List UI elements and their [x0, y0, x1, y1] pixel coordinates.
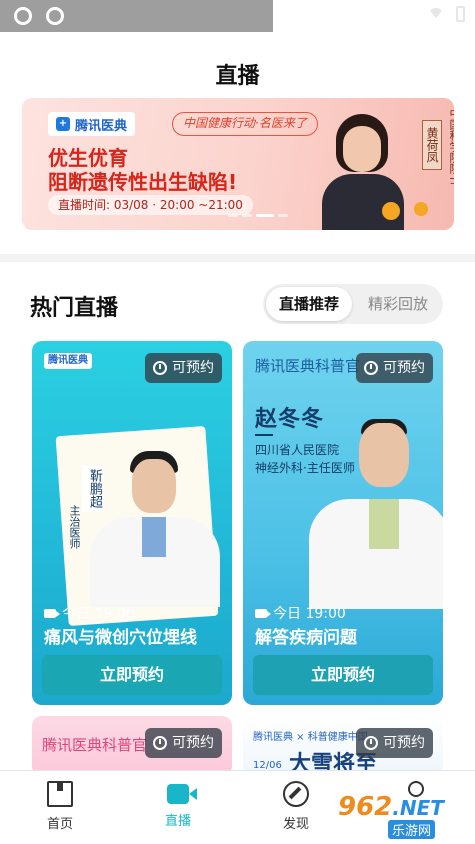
page-title: 直播: [215, 64, 260, 89]
watermark-label: 乐游网: [388, 820, 436, 839]
camera-icon: [255, 608, 271, 618]
clock-icon: [153, 736, 167, 750]
banner-brand-label: 腾讯医典: [75, 118, 128, 134]
flower-decoration-icon: [382, 202, 400, 220]
live-card[interactable]: 腾讯医典科普官 可预约 赵冬冬 四川省人民医院 神经外科·主任医师 今日 19:…: [243, 341, 443, 705]
status-bar-redacted: [0, 0, 273, 32]
live-card[interactable]: 腾讯医典科普官 可预约: [32, 716, 232, 776]
reservable-badge: 可预约: [145, 728, 222, 758]
watermark-number: 962: [338, 792, 393, 822]
tab-discover[interactable]: 发现: [256, 781, 336, 832]
tab-live[interactable]: 直播: [138, 781, 218, 829]
card-brand-logo: 腾讯医典: [44, 353, 92, 369]
app-notification-icon: [46, 7, 64, 25]
clock-icon: [153, 361, 167, 375]
card-brand: 腾讯医典科普官: [42, 736, 148, 754]
tab-label: 发现: [282, 817, 309, 832]
battery-icon: [456, 6, 465, 22]
compass-icon: [283, 781, 309, 807]
banner-pagination: [228, 214, 288, 217]
tab-recommended[interactable]: 直播推荐: [266, 287, 352, 321]
card-brand: 腾讯医典科普官: [255, 357, 361, 375]
brand-logo-icon: +: [56, 117, 70, 131]
banner-time: 直播时间: 03/08 · 20:00 ~21:00: [48, 195, 253, 215]
live-time-label: 今日 19:00: [273, 606, 346, 622]
live-card[interactable]: 腾讯医典 × 科普健康中国 12/06 大雪将至 可预约: [243, 716, 443, 776]
banner-brand: + 腾讯医典: [48, 112, 136, 136]
reservable-badge: 可预约: [145, 353, 222, 383]
live-filter-tabs: 直播推荐 精彩回放: [263, 284, 443, 324]
clock-icon: [364, 361, 378, 375]
wifi-icon: [428, 8, 444, 20]
reservable-badge: 可预约: [356, 728, 433, 758]
badge-label: 可预约: [172, 360, 214, 376]
site-watermark: 962.NET 乐游网: [338, 792, 472, 842]
live-time-label: 今日 19:00: [62, 606, 135, 622]
tab-label: 首页: [46, 817, 73, 832]
reserve-button[interactable]: 立即预约: [42, 655, 222, 695]
doctor-photo: [303, 411, 443, 609]
doctor-photo: [72, 451, 232, 607]
banner-doctor-title: 中国科学院院士: [448, 108, 454, 185]
live-card[interactable]: 腾讯医典 可预约 靳鹏超 主治医师 今日 19:00 痛风与微创穴位埋线 立即预…: [32, 341, 232, 705]
promo-banner[interactable]: + 腾讯医典 中国健康行动·名医来了 优生优育 阻断遗传性出生缺陷! 直播时间:…: [22, 98, 454, 230]
camera-icon: [44, 608, 60, 618]
clock-icon: [364, 736, 378, 750]
book-icon: [47, 781, 73, 807]
divider: [255, 434, 273, 436]
video-icon: [167, 784, 197, 804]
live-time: 今日 19:00: [255, 603, 346, 623]
live-time: 今日 19:00: [44, 603, 135, 623]
badge-label: 可预约: [383, 360, 425, 376]
card-brand: 腾讯医典 × 科普健康中国: [253, 732, 368, 743]
status-bar-right: [428, 6, 465, 22]
badge-label: 可预约: [172, 735, 214, 751]
badge-label: 可预约: [383, 735, 425, 751]
status-bar: [0, 0, 475, 32]
flower-decoration-icon: [414, 202, 428, 216]
live-title: 解答疾病问题: [255, 628, 357, 648]
tab-replay[interactable]: 精彩回放: [355, 287, 441, 321]
tab-label: 直播: [164, 814, 191, 829]
banner-headline-2: 阻断遗传性出生缺陷!: [48, 170, 238, 194]
banner-slogan: 中国健康行动·名医来了: [172, 112, 318, 136]
section-title: 热门直播: [30, 296, 119, 321]
reservable-badge: 可预约: [356, 353, 433, 383]
reserve-button[interactable]: 立即预约: [253, 655, 433, 695]
banner-doctor-name: 黄荷凤: [422, 120, 442, 170]
watermark-suffix: .NET: [392, 796, 444, 820]
live-title: 痛风与微创穴位埋线: [44, 628, 197, 648]
app-notification-icon: [14, 7, 32, 25]
tab-home[interactable]: 首页: [20, 781, 100, 832]
